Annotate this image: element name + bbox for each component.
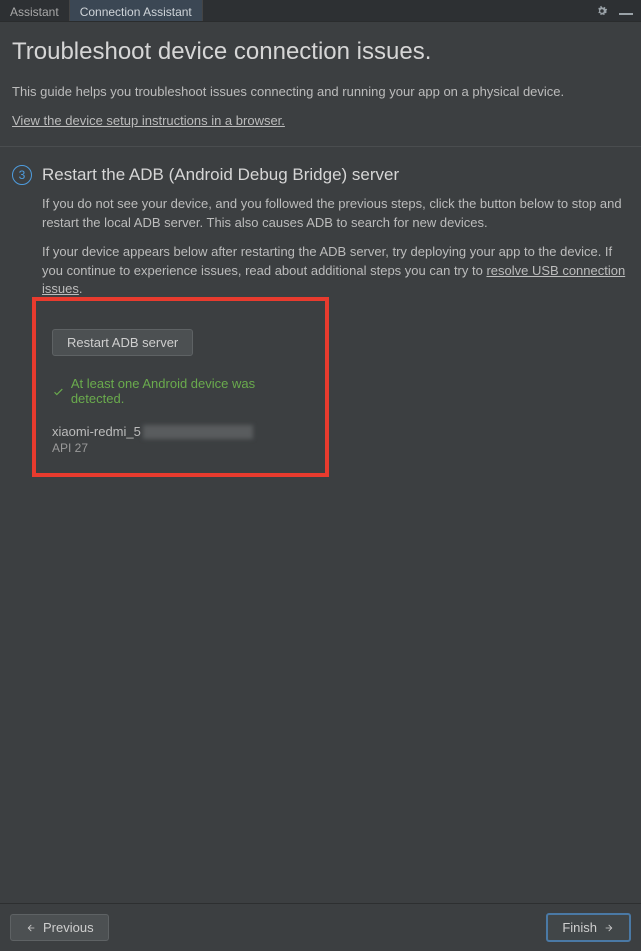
minimize-icon[interactable] (619, 4, 633, 18)
step-paragraph-1: If you do not see your device, and you f… (42, 195, 629, 233)
device-api-level: API 27 (52, 441, 309, 455)
step-header: 3 Restart the ADB (Android Debug Bridge)… (12, 165, 629, 185)
device-block: xiaomi-redmi_5 API 27 (52, 424, 309, 455)
arrow-left-icon (25, 923, 37, 933)
previous-label: Previous (43, 920, 94, 935)
restart-adb-button[interactable]: Restart ADB server (52, 329, 193, 356)
page-title: Troubleshoot device connection issues. (12, 38, 629, 66)
redacted-device-id (143, 425, 253, 439)
footer-bar: Previous Finish (0, 903, 641, 951)
intro-text: This guide helps you troubleshoot issues… (12, 84, 629, 99)
previous-button[interactable]: Previous (10, 914, 109, 941)
device-name: xiaomi-redmi_5 (52, 424, 141, 439)
section-divider (0, 146, 641, 147)
step-paragraph-2: If your device appears below after resta… (42, 243, 629, 300)
status-success-text: At least one Android device was detected… (71, 376, 309, 406)
finish-label: Finish (562, 920, 597, 935)
setup-instructions-link[interactable]: View the device setup instructions in a … (12, 113, 629, 128)
check-icon (52, 385, 65, 398)
status-success: At least one Android device was detected… (52, 376, 309, 406)
gear-icon[interactable] (595, 4, 609, 18)
tab-connection-assistant[interactable]: Connection Assistant (70, 0, 203, 21)
content-area: Troubleshoot device connection issues. T… (0, 22, 641, 903)
step-title: Restart the ADB (Android Debug Bridge) s… (42, 165, 399, 185)
arrow-right-icon (603, 923, 615, 933)
highlight-box: Restart ADB server At least one Android … (32, 297, 329, 477)
device-name-line: xiaomi-redmi_5 (52, 424, 309, 439)
tab-bar: Assistant Connection Assistant (0, 0, 641, 22)
tab-assistant[interactable]: Assistant (0, 0, 70, 21)
step-body: If you do not see your device, and you f… (42, 195, 629, 309)
step-number-badge: 3 (12, 165, 32, 185)
finish-button[interactable]: Finish (546, 913, 631, 942)
